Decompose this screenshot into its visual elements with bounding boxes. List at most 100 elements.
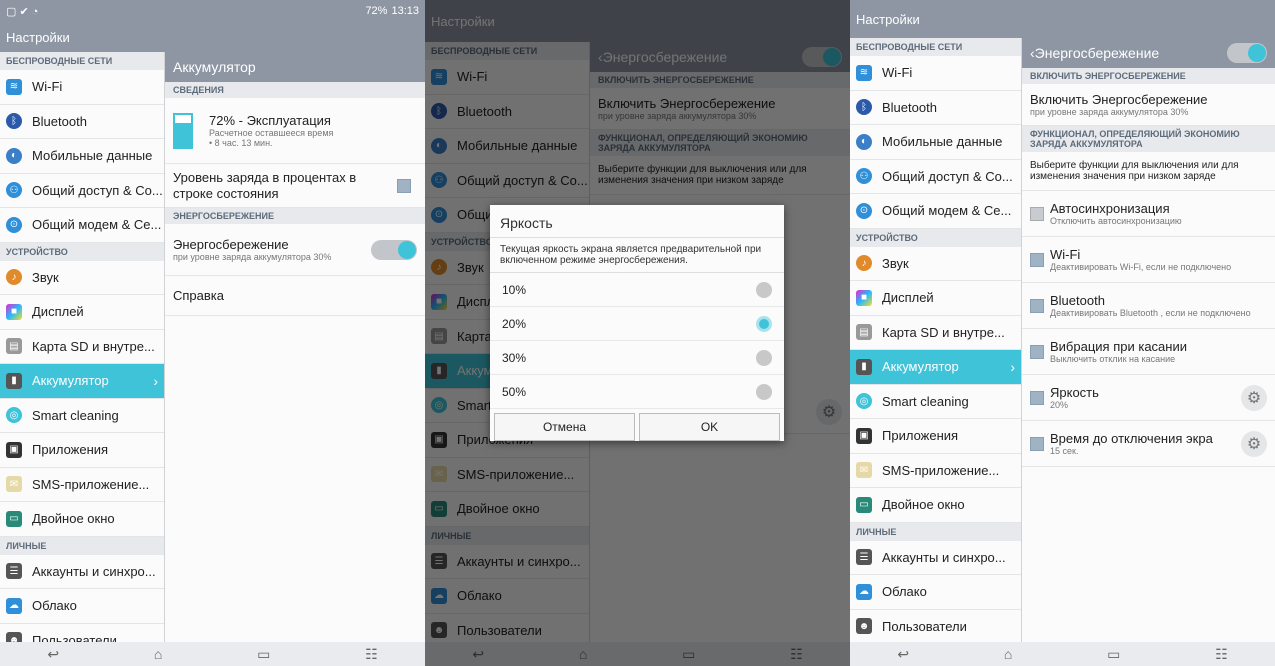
section-enable: ВКЛЮЧИТЬ ЭНЕРГОСБЕРЕЖЕНИЕ [1022,68,1275,84]
battery-percent-checkbox[interactable] [397,178,411,193]
screen-energy-saver: Настройки БЕСПРОВОДНЫЕ СЕТИ ≋ Wi-Fi ᛒ Blue… [850,0,1275,666]
gear-icon[interactable]: ⚙ [1241,430,1267,457]
radio-button-selected[interactable] [756,315,772,332]
option-50[interactable]: 50% [490,375,784,409]
bluetooth-checkbox[interactable] [1030,298,1044,313]
autosync-checkbox[interactable] [1030,206,1044,221]
option-20[interactable]: 20% [490,307,784,341]
sidebar-item-battery[interactable]: ▮ Аккумулятор › [0,364,164,399]
sidebar-item-storage[interactable]: ▤Карта SD и внутре... [850,316,1021,350]
sidebar-item-sms[interactable]: ✉SMS-приложение... [850,454,1021,488]
enable-saver-row[interactable]: Включить Энергосбережение при уровне зар… [1022,84,1275,126]
sidebar-item-tethering[interactable]: ⊙Общий модем & Се... [0,208,164,243]
recents-icon[interactable]: ▭ [257,646,270,663]
radio-button[interactable] [756,383,772,400]
help-row[interactable]: Справка [165,276,425,316]
cancel-button[interactable]: Отмена [494,413,635,441]
sidebar-item-sms[interactable]: ✉SMS-приложение... [0,468,164,502]
sidebar-item-sound[interactable]: ♪Звук [0,261,164,295]
sidebar-item-dual-window[interactable]: ▭Двойное окно [0,502,164,537]
sidebar-item-apps[interactable]: ▣Приложения [850,419,1021,454]
battery-status-title: 72% - Эксплуатация [209,113,331,128]
saver-item-vibration[interactable]: Вибрация при касании Выключить отклик на … [1022,329,1275,375]
saver-item-brightness[interactable]: Яркость 20% ⚙ [1022,375,1275,421]
home-icon[interactable]: ⌂ [1004,646,1012,662]
energy-saving-row[interactable]: Энергосбережение при уровне заряда аккум… [165,224,425,276]
pane-title: ‹Энергосбережение [1022,38,1275,68]
sidebar-item-smart-cleaning[interactable]: ◎Smart cleaning [0,399,164,433]
option-30[interactable]: 30% [490,341,784,375]
sidebar-item-tethering[interactable]: ⊙Общий модем & Се... [850,194,1021,229]
home-icon[interactable]: ⌂ [154,646,162,662]
wifi-checkbox[interactable] [1030,252,1044,267]
sidebar-item-bluetooth[interactable]: ᛒBluetooth [850,91,1021,125]
nav-bar: ↩ ⌂ ▭ ☷ [0,642,425,666]
accounts-icon: ☰ [856,549,872,566]
section-info: СВЕДЕНИЯ [165,82,425,98]
sidebar-item-storage[interactable]: ▤Карта SD и внутре... [0,330,164,364]
sidebar-item-sharing[interactable]: ⚇Общий доступ & Co... [0,174,164,208]
sidebar-item-users[interactable]: ☻Пользователи [0,624,164,642]
battery-icon: ▮ [6,372,22,389]
option-10[interactable]: 10% [490,273,784,307]
clock: 13:13 [391,5,419,17]
tethering-icon: ⊙ [6,216,22,233]
brightness-checkbox[interactable] [1030,390,1044,405]
energy-saving-toggle[interactable] [371,239,417,260]
sidebar-item-users[interactable]: ☻Пользователи [850,610,1021,643]
apps-icon: ▣ [6,441,22,458]
recents-icon[interactable]: ▭ [1107,646,1120,663]
battery-percent-label: Уровень заряда в процентах в строке сост… [173,169,357,201]
sidebar-item-sharing[interactable]: ⚇Общий доступ & Co... [850,160,1021,194]
apps-icon: ▣ [856,427,872,444]
menu-icon[interactable]: ☷ [1215,646,1228,663]
radio-button[interactable] [756,349,772,366]
bluetooth-icon: ᛒ [856,99,872,116]
battery-level-icon [173,112,193,149]
sound-icon: ♪ [6,269,22,286]
sidebar-item-apps[interactable]: ▣Приложения [0,433,164,468]
screen-timeout-sub: 15 сек. [1050,446,1079,456]
enable-saver-sub: при уровне заряда аккумулятора 30% [1030,107,1189,117]
sidebar-item-display[interactable]: ■Дисплей [0,295,164,330]
sidebar-item-cloud[interactable]: ☁Облако [0,589,164,624]
sidebar-item-accounts[interactable]: ☰Аккаунты и синхро... [850,541,1021,575]
sidebar-item-display[interactable]: ■Дисплей [850,281,1021,316]
sd-card-icon: ▤ [856,324,872,341]
wifi-icon: ≋ [6,78,22,95]
enable-saver-title: Включить Энергосбережение [1030,92,1208,107]
section-saving: ЭНЕРГОСБЕРЕЖЕНИЕ [165,208,425,224]
saver-item-autosync[interactable]: Автосинхронизация Отключить автосинхрониз… [1022,191,1275,237]
sidebar-item-wifi[interactable]: ≋Wi-Fi [0,70,164,105]
battery-percent-row[interactable]: Уровень заряда в процентах в строке сост… [165,164,425,208]
saver-item-wifi[interactable]: Wi-Fi Деактивировать Wi-Fi, если не подкл… [1022,237,1275,283]
back-icon[interactable]: ↩ [47,646,59,663]
help-label: Справка [173,288,224,303]
saver-item-bluetooth[interactable]: Bluetooth Деактивировать Bluetooth , если… [1022,283,1275,329]
screen-timeout-checkbox[interactable] [1030,436,1044,451]
saver-item-screen-timeout[interactable]: Время до отключения экра15 сек. ⚙ [1022,421,1275,467]
energy-saving-title: Энергосбережение [173,237,289,252]
menu-icon[interactable]: ☷ [365,646,378,663]
ok-button[interactable]: OK [639,413,780,441]
radio-button[interactable] [756,281,772,298]
back-icon[interactable]: ↩ [897,646,909,663]
saver-toggle[interactable] [1227,43,1267,63]
sidebar-item-mobile-data[interactable]: ◐Мобильные данные [850,125,1021,160]
vibration-checkbox[interactable] [1030,344,1044,359]
battery-status-row: 72% - Эксплуатация Расчетное оставшееся … [165,98,425,164]
sidebar-item-accounts[interactable]: ☰Аккаунты и синхро... [0,555,164,589]
sidebar-item-mobile-data[interactable]: ◐Мобильные данные [0,139,164,174]
screen-timeout-title: Время до отключения экра [1050,431,1213,446]
gear-icon[interactable]: ⚙ [1241,384,1267,411]
sidebar-item-wifi[interactable]: ≋Wi-Fi [850,56,1021,91]
wifi-sub: Деактивировать Wi-Fi, если не подключено [1050,262,1232,272]
sidebar-item-smart-cleaning[interactable]: ◎Smart cleaning [850,385,1021,419]
sidebar-item-battery[interactable]: ▮ Аккумулятор › [850,350,1021,385]
sidebar-item-bluetooth[interactable]: ᛒBluetooth [0,105,164,139]
section-device: УСТРОЙСТВО [0,242,164,261]
sidebar-item-cloud[interactable]: ☁Облако [850,575,1021,610]
sidebar-item-sound[interactable]: ♪Звук [850,247,1021,281]
sms-icon: ✉ [6,476,22,493]
sidebar-item-dual-window[interactable]: ▭Двойное окно [850,488,1021,523]
